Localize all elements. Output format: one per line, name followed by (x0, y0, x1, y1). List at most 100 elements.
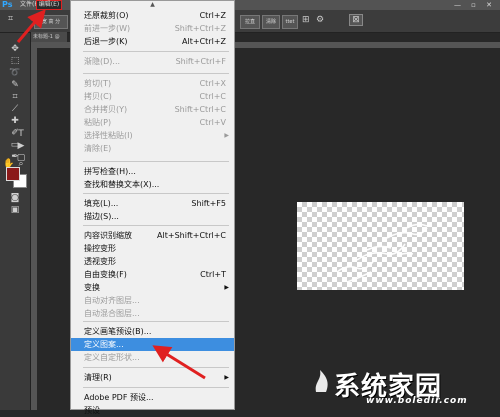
menu-item-label: 定义画笔预设(B)... (84, 327, 152, 336)
move-icon[interactable]: ✥ (3, 43, 27, 55)
menu-item-shortcut: Ctrl+C (199, 92, 226, 101)
menu-item-label: 还原裁剪(O) (84, 11, 129, 20)
menu-item[interactable]: 定义图案... (71, 338, 234, 351)
menu-separator (83, 161, 229, 162)
delete-cropped-pixels-icon[interactable]: ⊠ (349, 14, 363, 26)
menu-item[interactable]: 查找和替换文本(X)... (71, 178, 234, 191)
menu-item-label: Adobe PDF 预设... (84, 393, 154, 402)
menu-item[interactable]: 描边(S)... (71, 210, 234, 223)
menu-item[interactable]: 变换 ▶ (71, 281, 234, 294)
menu-item-shortcut: Alt+Ctrl+Z (182, 37, 226, 46)
menu-item[interactable]: 清理(R) ▶ (71, 371, 234, 384)
overlay-option[interactable]: ttet (282, 15, 298, 29)
window-controls[interactable]: — ▫ ✕ (454, 1, 496, 9)
menu-item-shortcut: Ctrl+X (199, 79, 226, 88)
menu-separator (83, 367, 229, 368)
menu-item-shortcut: Shift+Ctrl+C (174, 105, 226, 114)
marquee-icon[interactable]: ⬚ (3, 55, 27, 67)
menu-item[interactable]: 自由变换(F) Ctrl+T (71, 268, 234, 281)
grid-icon[interactable]: ⊞ (302, 15, 310, 25)
eyedropper-icon[interactable]: ⟋ (3, 103, 27, 115)
menu-item[interactable]: 粘贴(P) Ctrl+V (71, 116, 234, 129)
menu-item[interactable]: 拷贝(C) Ctrl+C (71, 90, 234, 103)
crop-icon[interactable]: ⌗ (8, 14, 13, 24)
menu-item[interactable]: 拼写检查(H)... (71, 165, 234, 178)
menu-item-label: 操控变形 (84, 244, 116, 253)
menu-item[interactable]: 定义自定形状... (71, 351, 234, 364)
menu-item-shortcut: Shift+Ctrl+Z (174, 24, 226, 33)
menu-item[interactable]: 清除(E) (71, 142, 234, 155)
menu-item-label: 定义自定形状... (84, 353, 140, 362)
type-icon[interactable]: T (14, 128, 28, 140)
healing-brush-icon[interactable]: ✚ (3, 115, 27, 127)
menu-item-label: 前进一步(W) (84, 24, 131, 33)
menu-item-label: 后退一步(K) (84, 37, 128, 46)
path-select-icon[interactable]: ▶ (14, 140, 28, 152)
menu-item[interactable]: 选择性粘贴(I) ▶ (71, 129, 234, 142)
clear-button[interactable]: 清除 (262, 15, 280, 29)
menu-item-label: 拼写检查(H)... (84, 167, 136, 176)
photoshop-logo: Ps (2, 0, 13, 9)
menu-item[interactable]: 后退一步(K) Alt+Ctrl+Z (71, 35, 234, 48)
menu-item-label: 粘贴(P) (84, 118, 112, 127)
scroll-up-arrow-icon[interactable]: ▲ (71, 1, 234, 9)
menu-separator (83, 225, 229, 226)
menu-separator (83, 387, 229, 388)
menu-separator (83, 51, 229, 52)
menu-item-label: 清理(R) (84, 373, 112, 382)
menu-item[interactable]: Adobe PDF 预设... (71, 391, 234, 404)
menu-item-shortcut: Ctrl+T (200, 270, 226, 279)
menu-item-label: 透视变形 (84, 257, 116, 266)
menu-item[interactable]: 预设 (71, 404, 234, 417)
quick-select-icon[interactable]: ✎ (3, 79, 27, 91)
edit-menu-dropdown: ▲ 还原裁剪(O) Ctrl+Z 前进一步(W) Shift+Ctrl+Z 后退一步(K… (70, 0, 235, 415)
menu-item[interactable]: 自动对齐图层... (71, 294, 234, 307)
menu-item[interactable]: 渐隐(D)... Shift+Ctrl+F (71, 55, 234, 68)
submenu-arrow-icon: ▶ (224, 132, 229, 139)
crop-tool-icon[interactable]: ⌗ (3, 91, 27, 103)
menu-item-label: 自动对齐图层... (84, 296, 140, 305)
menu-item-label: 合并拷贝(Y) (84, 105, 128, 114)
menu-item-label: 查找和替换文本(X)... (84, 180, 160, 189)
menu-edit[interactable]: 编辑(E) (36, 0, 62, 10)
menu-item-label: 清除(E) (84, 144, 112, 153)
menu-item-shortcut: Ctrl+V (199, 118, 226, 127)
menu-item-shortcut: Shift+Ctrl+F (175, 57, 226, 66)
document-tab[interactable]: 未标题-1 @ (31, 32, 67, 42)
brush-strokes (336, 223, 428, 283)
menu-separator (83, 321, 229, 322)
foreground-color-swatch[interactable] (6, 167, 20, 181)
menu-item-shortcut: Shift+F5 (191, 199, 226, 208)
menu-item-label: 自动混合图层... (84, 309, 140, 318)
menu-item[interactable]: 剪切(T) Ctrl+X (71, 77, 234, 90)
screen-mode-icon[interactable]: ▣ (3, 204, 27, 216)
menu-item[interactable]: 自动混合图层... (71, 307, 234, 320)
menu-item[interactable]: 操控变形 (71, 242, 234, 255)
menu-item-label: 剪切(T) (84, 79, 112, 88)
menu-item-label: 选择性粘贴(I) (84, 131, 133, 140)
menu-item-label: 描边(S)... (84, 212, 119, 221)
menu-item-label: 预设 (84, 406, 100, 415)
menu-item-label: 填充(L)... (84, 199, 119, 208)
menu-item[interactable]: 合并拷贝(Y) Shift+Ctrl+C (71, 103, 234, 116)
menu-item-shortcut: Ctrl+Z (199, 11, 226, 20)
quick-mask-icon[interactable]: ◙ (3, 192, 27, 204)
menu-item-label: 自由变换(F) (84, 270, 127, 279)
watermark-logo-icon (315, 370, 328, 392)
menu-item-label: 变换 (84, 283, 100, 292)
menu-item[interactable]: 填充(L)... Shift+F5 (71, 197, 234, 210)
gear-icon[interactable]: ⚙ (316, 15, 324, 25)
vertical-ruler (31, 42, 37, 410)
submenu-arrow-icon: ▶ (224, 374, 229, 381)
menu-item[interactable]: 还原裁剪(O) Ctrl+Z (71, 9, 234, 22)
straighten-button[interactable]: 拉直 (240, 15, 260, 29)
menu-item[interactable]: 内容识别缩放 Alt+Shift+Ctrl+C (71, 229, 234, 242)
menu-item[interactable]: 透视变形 (71, 255, 234, 268)
lasso-icon[interactable]: ➰ (3, 67, 27, 79)
menu-item[interactable]: 定义画笔预设(B)... (71, 325, 234, 338)
menu-separator (83, 193, 229, 194)
ratio-select[interactable]: 宽 高 分 (34, 15, 68, 29)
menu-item[interactable]: 前进一步(W) Shift+Ctrl+Z (71, 22, 234, 35)
watermark-url: www.boledir.com (366, 396, 468, 406)
submenu-arrow-icon: ▶ (224, 284, 229, 291)
